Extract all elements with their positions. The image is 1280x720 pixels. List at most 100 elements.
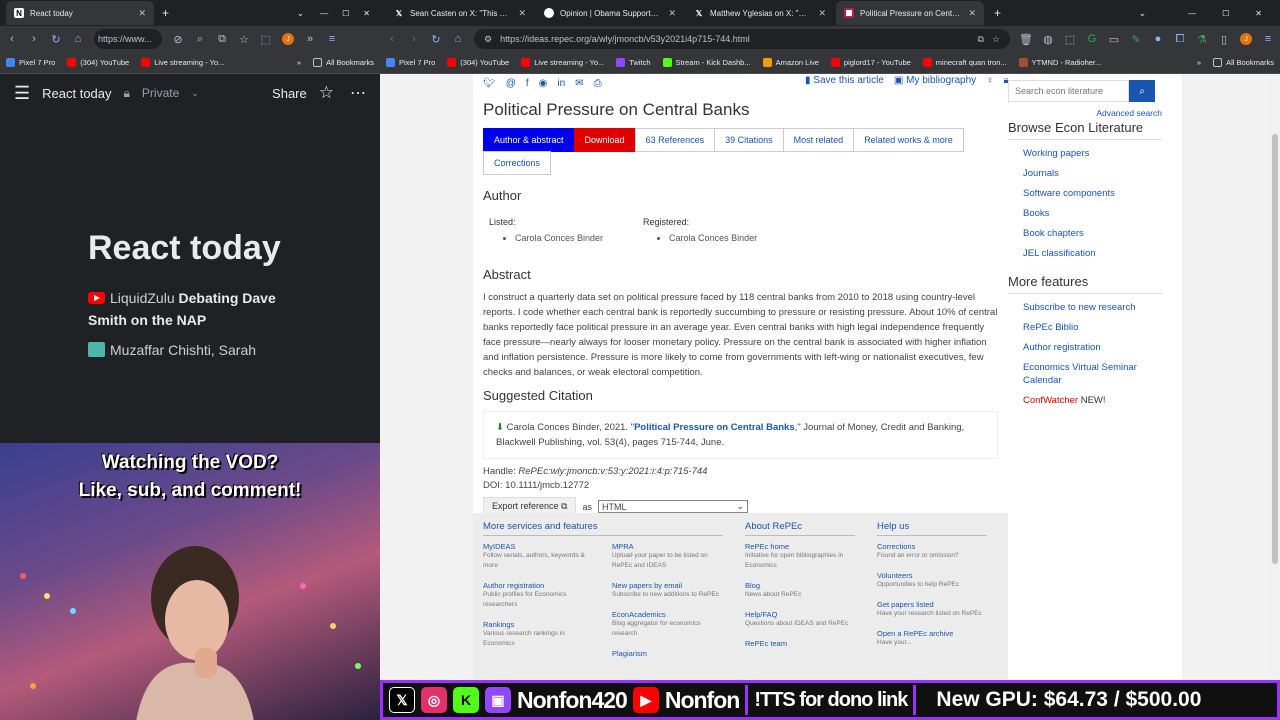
reload-icon[interactable]: ↻ — [50, 33, 62, 46]
print-icon[interactable]: ⎙ — [594, 78, 602, 89]
extensions-puzzle-icon[interactable]: ⧠ — [1174, 33, 1186, 45]
bookmark-star-icon[interactable]: ☆ — [238, 33, 250, 46]
no-image-icon[interactable]: ⊘ — [172, 33, 184, 46]
twitter-icon[interactable]: 🐦︎ — [483, 78, 496, 89]
tab-opinion-obama[interactable]: Opinion | Obama Supported It... ✕ — [536, 1, 684, 25]
all-bookmarks[interactable]: All Bookmarks — [313, 58, 374, 67]
feature-author-registration[interactable]: Author registration — [1023, 341, 1162, 354]
bookmark-ytmnd[interactable]: YTMND - Radioher... — [1018, 58, 1101, 67]
search-input[interactable]: Search econ literature — [1008, 80, 1129, 102]
footer-link[interactable]: Plagiarism — [612, 649, 723, 658]
back-icon[interactable]: ‹ — [6, 33, 18, 45]
reload-icon[interactable]: ↻ — [430, 33, 442, 46]
tab-react-today[interactable]: N React today ✕ — [6, 1, 154, 25]
open-external-icon[interactable]: ⧉ — [977, 34, 983, 45]
listed-author[interactable]: Carola Conces Binder — [515, 233, 603, 243]
globe-icon[interactable]: ◍ — [1042, 33, 1054, 46]
bookmark-live[interactable]: Live streaming - Yo... — [141, 58, 224, 67]
feature-seminar-calendar[interactable]: Economics Virtual Seminar Calendar — [1023, 361, 1162, 387]
grammarly-icon[interactable]: G — [1086, 33, 1098, 45]
footer-link[interactable]: New papers by email Subscribe to new addi… — [612, 581, 723, 600]
tab-sean-casten[interactable]: 𝕏 Sean Casten on X: "This Yglesia... ✕ — [386, 1, 534, 25]
tab-political-pressure[interactable]: Political Pressure on Central Ba... ✕ — [836, 1, 984, 25]
browse-jel[interactable]: JEL classification — [1023, 247, 1162, 260]
star-icon[interactable]: ☆ — [319, 83, 334, 103]
page-scrollbar[interactable] — [1270, 74, 1280, 720]
back-icon[interactable]: ‹ — [386, 33, 398, 45]
browse-books[interactable]: Books — [1023, 207, 1162, 220]
footer-link[interactable]: Help/FAQ Questions about IDEAS and RePEc — [745, 610, 855, 629]
tab-search-icon[interactable]: ⌄ — [297, 8, 305, 19]
bookmark-youtube[interactable]: (304) YouTube — [67, 58, 129, 67]
bookmark-more[interactable]: » — [1197, 58, 1201, 67]
address-bar[interactable]: ⚙ https://ideas.repec.org/a/wly/jmoncb/v… — [474, 29, 1010, 49]
tab-most-related[interactable]: Most related — [782, 128, 855, 152]
registered-author[interactable]: Carola Conces Binder — [669, 233, 757, 243]
footer-link[interactable]: EconAcademics Blog aggregator for economi… — [612, 610, 723, 639]
address-bar[interactable]: https://www... — [94, 29, 162, 49]
chevron-down-icon[interactable]: ⌄ — [191, 88, 199, 99]
bookmark-amazon[interactable]: Amazon Live — [762, 58, 819, 67]
minimize-icon[interactable]: — — [1188, 9, 1196, 18]
tab-download[interactable]: Download — [573, 128, 636, 152]
open-external-icon[interactable]: ⧉ — [216, 33, 228, 45]
maximize-icon[interactable]: ☐ — [1222, 9, 1229, 18]
tab-related-works[interactable]: Related works & more — [853, 128, 964, 152]
close-icon[interactable]: ✕ — [818, 8, 826, 19]
forward-icon[interactable]: › — [28, 33, 40, 45]
forward-icon[interactable]: › — [408, 33, 420, 45]
feature-biblio[interactable]: RePEc Biblio — [1023, 321, 1162, 334]
scrollbar-thumb[interactable] — [1272, 134, 1278, 564]
footer-link[interactable]: Open a RePEc archive Have your... — [877, 629, 987, 648]
puzzle-icon[interactable]: ⬚ — [1064, 33, 1076, 46]
bookmark-youtube[interactable]: (304) YouTube — [447, 58, 509, 67]
footer-link[interactable]: RePEc home Initiative for open bibliograp… — [745, 542, 855, 571]
home-icon[interactable]: ⌂ — [452, 33, 464, 45]
bookmark-piglord[interactable]: piglord17 - YouTube — [830, 58, 911, 67]
close-icon[interactable]: ✕ — [138, 8, 146, 19]
footer-link[interactable]: Volunteers Opportunities to help RePEc — [877, 571, 987, 590]
bookmark-live[interactable]: Live streaming - Yo... — [521, 58, 604, 67]
minimize-icon[interactable]: — — [320, 9, 328, 18]
tab-references[interactable]: 63 References — [634, 128, 716, 152]
feature-confwatcher[interactable]: ConfWatcher NEW! — [1023, 394, 1162, 407]
doi-value[interactable]: 10.1111/jmcb.12772 — [505, 480, 589, 491]
feature-subscribe[interactable]: Subscribe to new research — [1023, 301, 1162, 314]
bookmark-twitch[interactable]: Twitch — [616, 58, 651, 67]
tab-search-icon[interactable]: ⌄ — [1139, 8, 1147, 19]
site-info-icon[interactable]: ⚙ — [484, 34, 492, 45]
browse-book-chapters[interactable]: Book chapters — [1023, 227, 1162, 240]
share-button[interactable]: Share — [272, 86, 307, 101]
footer-link[interactable]: MyIDEAS Follow serials, authors, keywords… — [483, 542, 594, 571]
window-close-icon[interactable]: ✕ — [1255, 9, 1262, 18]
hamburger-menu-icon[interactable]: ☰ — [14, 83, 30, 104]
story-item[interactable]: LiquidZulu Debating Dave Smith on the NA… — [88, 287, 292, 331]
bookmark-star-icon[interactable]: ☆ — [992, 34, 1000, 45]
maximize-icon[interactable]: ☐ — [342, 9, 349, 18]
close-icon[interactable]: ✕ — [968, 8, 976, 19]
footer-link[interactable]: Get papers listed Have your research list… — [877, 600, 987, 619]
mastodon-icon[interactable]: @ — [506, 78, 516, 89]
download-icon[interactable]: ⬇ — [496, 422, 504, 433]
all-bookmarks[interactable]: All Bookmarks — [1213, 58, 1274, 67]
advanced-search-link[interactable]: Advanced search — [1008, 108, 1162, 118]
browse-journals[interactable]: Journals — [1023, 167, 1162, 180]
footer-link[interactable]: Blog News about RePEc — [745, 581, 855, 600]
more-icon[interactable]: » — [304, 33, 316, 45]
my-bibliography-link[interactable]: ▣ My bibliography — [894, 75, 976, 86]
close-icon[interactable]: ✕ — [518, 8, 526, 19]
tab-author-abstract[interactable]: Author & abstract — [483, 128, 575, 152]
browse-software[interactable]: Software components — [1023, 187, 1162, 200]
new-tab-icon[interactable]: + — [994, 6, 1001, 20]
menu-icon[interactable]: ≡ — [1262, 33, 1274, 45]
menu-icon[interactable]: ≡ — [326, 33, 338, 45]
help-icon[interactable]: ♀ — [986, 75, 994, 86]
bookmark-minecraft[interactable]: minecraft quan tron... — [922, 58, 1007, 67]
email-icon[interactable]: ✉ — [575, 78, 583, 89]
trash-icon[interactable]: 🗑︎ — [1019, 33, 1033, 46]
linkedin-icon[interactable]: in — [557, 78, 565, 89]
new-tab-icon[interactable]: + — [162, 6, 169, 20]
zoom-icon[interactable]: ⌕ — [194, 33, 206, 45]
footer-link[interactable]: MPRA Upload your paper to be listed on Re… — [612, 542, 723, 571]
extension-icon[interactable]: ● — [1152, 33, 1164, 45]
